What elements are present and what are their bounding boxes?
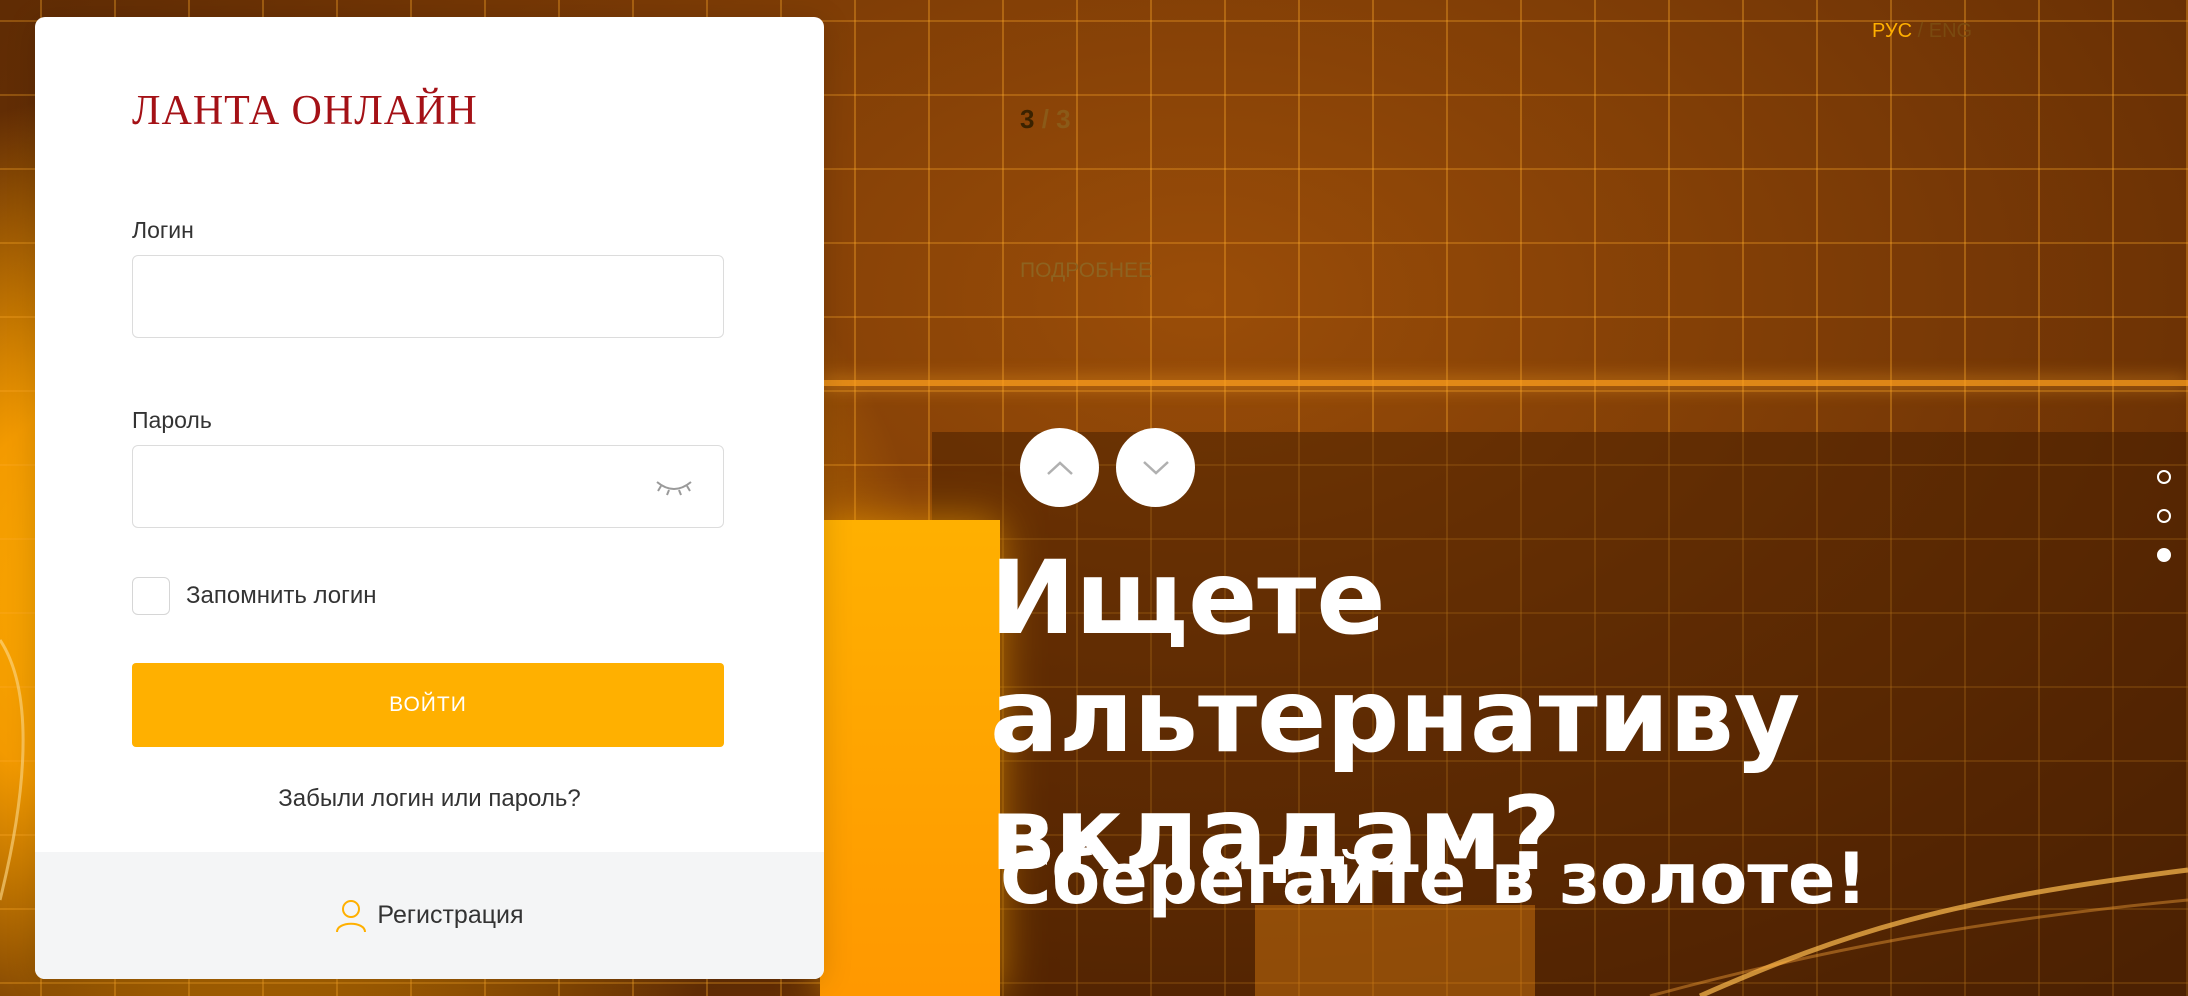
chevron-down-icon — [1142, 460, 1169, 475]
slide-subline: Сберегайте в золоте! — [1000, 838, 1868, 920]
lang-en[interactable]: ENG — [1929, 20, 1972, 42]
remember-login[interactable]: Запомнить логин — [132, 577, 377, 615]
logo: ЛАНТА ОНЛАЙН — [132, 88, 478, 134]
register-link[interactable]: Регистрация — [35, 852, 824, 979]
password-field-wrapper — [132, 445, 724, 528]
next-slide-button[interactable] — [1116, 428, 1195, 507]
login-card: ЛАНТА ОНЛАЙН Логин Пароль Запомнить логи… — [35, 17, 824, 979]
chevron-up-icon — [1046, 460, 1073, 475]
remember-checkbox[interactable] — [132, 577, 170, 615]
slide-current: 3 — [1020, 104, 1035, 134]
eye-closed-icon[interactable] — [655, 474, 693, 498]
login-button[interactable]: ВОЙТИ — [132, 663, 724, 747]
remember-label: Запомнить логин — [186, 582, 377, 609]
prev-slide-button[interactable] — [1020, 428, 1099, 507]
lang-separator: / — [1917, 20, 1924, 42]
slide-separator: / — [1041, 104, 1049, 134]
slide-counter: 3 / 3 — [1020, 104, 1071, 135]
slide-dot-2[interactable] — [2157, 509, 2171, 523]
login-label: Логин — [132, 217, 194, 243]
register-label: Регистрация — [377, 901, 524, 929]
slide-total: 3 — [1056, 104, 1071, 134]
login-input[interactable] — [133, 256, 723, 337]
lang-ru[interactable]: РУС — [1872, 20, 1912, 42]
slide-dot-3[interactable] — [2157, 548, 2171, 562]
slide-dot-1[interactable] — [2157, 470, 2171, 484]
more-link[interactable]: ПОДРОБНЕЕ — [1020, 259, 1152, 283]
user-icon — [336, 899, 367, 932]
language-switcher: РУС / ENG — [1872, 20, 1972, 43]
forgot-password-link[interactable]: Забыли логин или пароль? — [35, 785, 824, 813]
password-input[interactable] — [133, 446, 723, 527]
slide-dots — [2157, 470, 2171, 587]
login-field-wrapper — [132, 255, 724, 338]
password-label: Пароль — [132, 407, 212, 433]
